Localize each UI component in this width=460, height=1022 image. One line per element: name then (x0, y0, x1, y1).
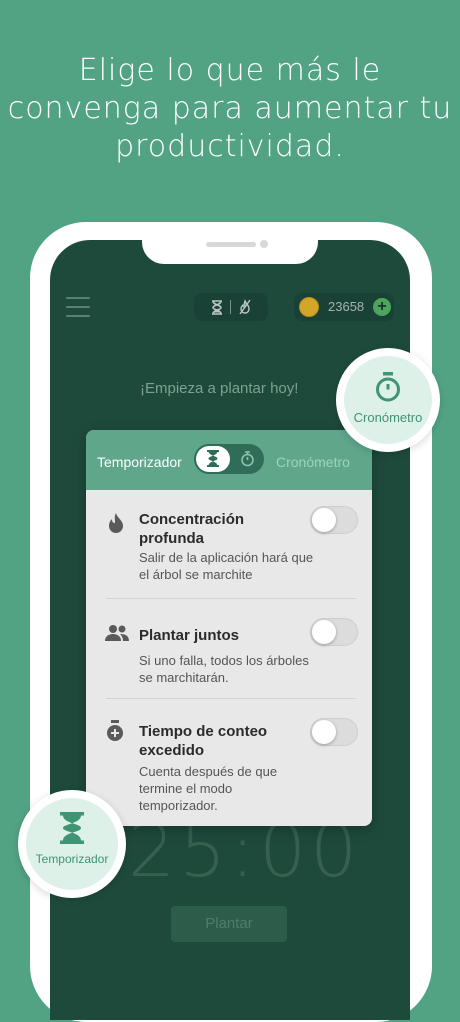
deep-focus-off-icon (238, 299, 251, 315)
divider (106, 598, 356, 599)
tab-timer[interactable]: Temporizador (97, 454, 182, 470)
stopwatch-plus-icon (107, 720, 123, 741)
mode-separator (229, 300, 231, 314)
deep-focus-switch[interactable] (310, 506, 358, 534)
flame-icon (109, 513, 123, 533)
hourglass-icon (60, 812, 84, 844)
option-description: Salir de la aplicación hará que el árbol… (139, 550, 314, 582)
option-description: Cuenta después de que termine el modo te… (139, 764, 278, 813)
hourglass-icon (207, 450, 219, 467)
add-coins-button[interactable]: + (373, 298, 391, 316)
option-title: Plantar juntos (139, 627, 240, 644)
start-prompt: ¡Empieza a plantar hoy! (140, 380, 299, 397)
stopwatch-badge-label: Cronómetro (353, 410, 423, 425)
stopwatch-icon (376, 372, 400, 402)
phone-speaker (206, 242, 256, 247)
divider (106, 698, 356, 699)
mode-settings-panel: Temporizador Cronómetro Concentración pr… (86, 430, 372, 826)
phone-camera (260, 240, 268, 248)
headline-line-2: convenga para aumentar tu (7, 91, 453, 126)
headline-line-3: productividad. (115, 129, 345, 164)
stopwatch-icon (241, 451, 254, 467)
timer-badge: Temporizador (18, 790, 126, 898)
option-description: Si uno falla, todos los árboles se march… (139, 653, 309, 685)
plant-together-switch[interactable] (310, 618, 358, 646)
coin-count: 23658 (328, 299, 365, 314)
toggle-knob (196, 446, 230, 472)
option-title: Concentración profunda (139, 511, 245, 547)
tab-stopwatch[interactable]: Cronómetro (276, 454, 350, 470)
plant-button[interactable]: Plantar (171, 906, 287, 942)
coin-icon (299, 297, 319, 317)
headline: Elige lo que más le convenga para aument… (0, 52, 460, 166)
hourglass-icon (211, 299, 222, 315)
panel-header: Temporizador Cronómetro (86, 430, 372, 490)
mode-toggle[interactable] (194, 444, 264, 474)
mode-indicator[interactable] (194, 293, 268, 321)
option-title: Tiempo de conteo excedido (139, 723, 268, 759)
stopwatch-badge: Cronómetro (336, 348, 440, 452)
timer-badge-label: Temporizador (35, 852, 109, 866)
menu-icon[interactable] (66, 297, 90, 317)
people-icon (105, 625, 129, 641)
overtime-switch[interactable] (310, 718, 358, 746)
coin-counter[interactable]: 23658 + (294, 293, 394, 321)
headline-line-1: Elige lo que más le (78, 53, 382, 88)
